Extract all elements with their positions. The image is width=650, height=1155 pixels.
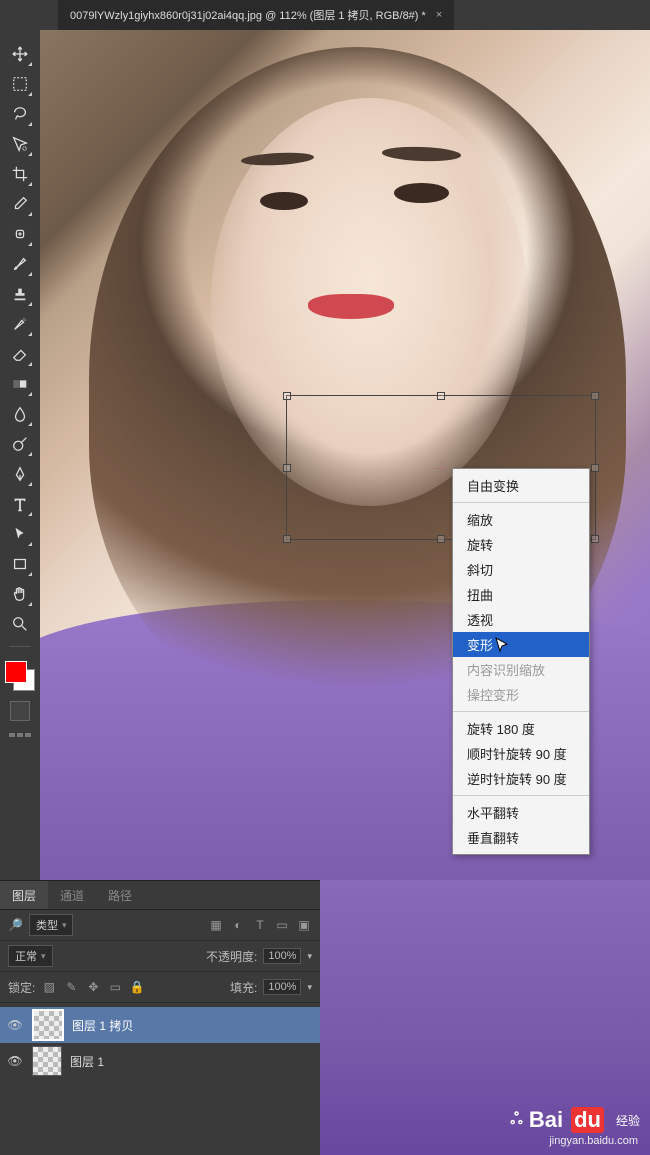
menu-item[interactable]: 透视 <box>453 607 589 632</box>
visibility-icon[interactable]: 👁 <box>6 1018 24 1032</box>
layer-thumbnail[interactable] <box>32 1046 62 1076</box>
menu-item[interactable]: 扭曲 <box>453 582 589 607</box>
quick-mask-toggle[interactable] <box>10 701 30 721</box>
marquee-tool[interactable] <box>6 70 34 98</box>
gradient-tool[interactable] <box>6 370 34 398</box>
pen-tool[interactable] <box>6 460 34 488</box>
panel-tabs: 图层 通道 路径 <box>0 881 320 910</box>
document-tab[interactable]: 0079lYWzly1giyhx860r0j31j02ai4qq.jpg @ 1… <box>58 0 454 30</box>
menu-item[interactable]: 垂直翻转 <box>453 825 589 850</box>
menu-item[interactable]: 变形 <box>453 632 589 657</box>
stamp-tool[interactable] <box>6 280 34 308</box>
layers-panel: 图层 通道 路径 🔎 类型 ▦ ◐ T ▭ ▣ 正常 不透明度: 100% ▾ … <box>0 880 320 1155</box>
layer-list: 👁 图层 1 拷贝 👁 图层 1 <box>0 1003 320 1079</box>
menu-item[interactable]: 旋转 <box>453 532 589 557</box>
hand-tool[interactable] <box>6 580 34 608</box>
tab-layers[interactable]: 图层 <box>0 881 48 909</box>
menu-item: 操控变形 <box>453 682 589 707</box>
opacity-value[interactable]: 100% <box>263 948 301 964</box>
menu-item: 内容识别缩放 <box>453 657 589 682</box>
lock-position-icon[interactable]: ✥ <box>85 979 101 995</box>
menu-item[interactable]: 斜切 <box>453 557 589 582</box>
lock-paint-icon[interactable]: ✎ <box>63 979 79 995</box>
zoom-tool[interactable] <box>6 610 34 638</box>
layer-filter-row: 🔎 类型 ▦ ◐ T ▭ ▣ <box>0 910 320 941</box>
healing-brush-tool[interactable] <box>6 220 34 248</box>
lock-artboard-icon[interactable]: ▭ <box>107 979 123 995</box>
chevron-down-icon[interactable]: ▾ <box>307 951 312 962</box>
menu-item[interactable]: 逆时针旋转 90 度 <box>453 766 589 791</box>
lasso-tool[interactable] <box>6 100 34 128</box>
filter-shape-icon[interactable]: ▭ <box>274 917 290 933</box>
opacity-label: 不透明度: <box>206 948 257 965</box>
type-tool[interactable] <box>6 490 34 518</box>
filter-type-icon[interactable]: T <box>252 917 268 933</box>
color-swatches[interactable] <box>5 661 35 691</box>
search-icon: 🔎 <box>8 918 23 932</box>
path-select-tool[interactable] <box>6 520 34 548</box>
menu-item[interactable]: 水平翻转 <box>453 800 589 825</box>
menu-item[interactable]: 顺时针旋转 90 度 <box>453 741 589 766</box>
transform-handle-tl[interactable] <box>283 392 291 400</box>
fill-label: 填充: <box>230 979 257 996</box>
layer-thumbnail[interactable] <box>32 1009 64 1041</box>
dodge-tool[interactable] <box>6 430 34 458</box>
filter-smart-icon[interactable]: ▣ <box>296 917 312 933</box>
paw-icon: ஃ <box>510 1110 523 1130</box>
document-title: 0079lYWzly1giyhx860r0j31j02ai4qq.jpg @ 1… <box>70 7 426 23</box>
screen-mode-toggle[interactable] <box>9 733 31 737</box>
transform-center-icon[interactable] <box>434 461 448 475</box>
filter-pixel-icon[interactable]: ▦ <box>208 917 224 933</box>
transform-handle-br[interactable] <box>591 535 599 543</box>
transform-context-menu: 自由变换缩放旋转斜切扭曲透视变形内容识别缩放操控变形旋转 180 度顺时针旋转 … <box>452 468 590 855</box>
transform-handle-tm[interactable] <box>437 392 445 400</box>
move-tool[interactable] <box>6 40 34 68</box>
chevron-down-icon[interactable]: ▾ <box>307 982 312 993</box>
fill-value[interactable]: 100% <box>263 979 301 995</box>
rectangle-tool[interactable] <box>6 550 34 578</box>
watermark-logo: ஃ Baidu经验 <box>510 1107 640 1133</box>
tools-panel <box>0 0 40 880</box>
lock-row: 锁定: ▨ ✎ ✥ ▭ 🔒 填充: 100% ▾ <box>0 972 320 1003</box>
layer-row[interactable]: 👁 图层 1 <box>0 1043 320 1079</box>
transform-handle-bl[interactable] <box>283 535 291 543</box>
lock-label: 锁定: <box>8 979 35 996</box>
menu-item[interactable]: 旋转 180 度 <box>453 716 589 741</box>
crop-tool[interactable] <box>6 160 34 188</box>
brush-tool[interactable] <box>6 250 34 278</box>
blend-mode-select[interactable]: 正常 <box>8 945 53 967</box>
quick-select-tool[interactable] <box>6 130 34 158</box>
photoshop-app: 0079lYWzly1giyhx860r0j31j02ai4qq.jpg @ 1… <box>0 0 650 1155</box>
layer-name[interactable]: 图层 1 拷贝 <box>72 1017 133 1034</box>
canvas-lower[interactable]: ஃ Baidu经验 jingyan.baidu.com <box>320 880 650 1155</box>
blend-row: 正常 不透明度: 100% ▾ <box>0 941 320 972</box>
layer-name[interactable]: 图层 1 <box>70 1053 104 1070</box>
menu-item[interactable]: 缩放 <box>453 507 589 532</box>
menu-item[interactable]: 自由变换 <box>453 473 589 498</box>
tab-paths[interactable]: 路径 <box>96 881 144 909</box>
transform-handle-mr[interactable] <box>591 464 599 472</box>
transform-handle-tr[interactable] <box>591 392 599 400</box>
filter-adjust-icon[interactable]: ◐ <box>230 917 246 933</box>
transform-handle-bm[interactable] <box>437 535 445 543</box>
lock-pixels-icon[interactable]: ▨ <box>41 979 57 995</box>
eraser-tool[interactable] <box>6 340 34 368</box>
lock-all-icon[interactable]: 🔒 <box>129 979 145 995</box>
photo-lips <box>308 294 393 320</box>
document-tabbar: 0079lYWzly1giyhx860r0j31j02ai4qq.jpg @ 1… <box>40 0 650 30</box>
visibility-icon[interactable]: 👁 <box>6 1054 24 1068</box>
eyedropper-tool[interactable] <box>6 190 34 218</box>
layer-row[interactable]: 👁 图层 1 拷贝 <box>0 1007 320 1043</box>
blur-tool[interactable] <box>6 400 34 428</box>
close-tab-icon[interactable]: × <box>436 9 442 21</box>
history-brush-tool[interactable] <box>6 310 34 338</box>
filter-type-select[interactable]: 类型 <box>29 914 74 936</box>
photo-eye <box>260 192 309 211</box>
watermark-url: jingyan.baidu.com <box>549 1135 638 1147</box>
foreground-color[interactable] <box>5 661 27 683</box>
tab-channels[interactable]: 通道 <box>48 881 96 909</box>
tool-divider <box>9 646 31 647</box>
transform-handle-ml[interactable] <box>283 464 291 472</box>
